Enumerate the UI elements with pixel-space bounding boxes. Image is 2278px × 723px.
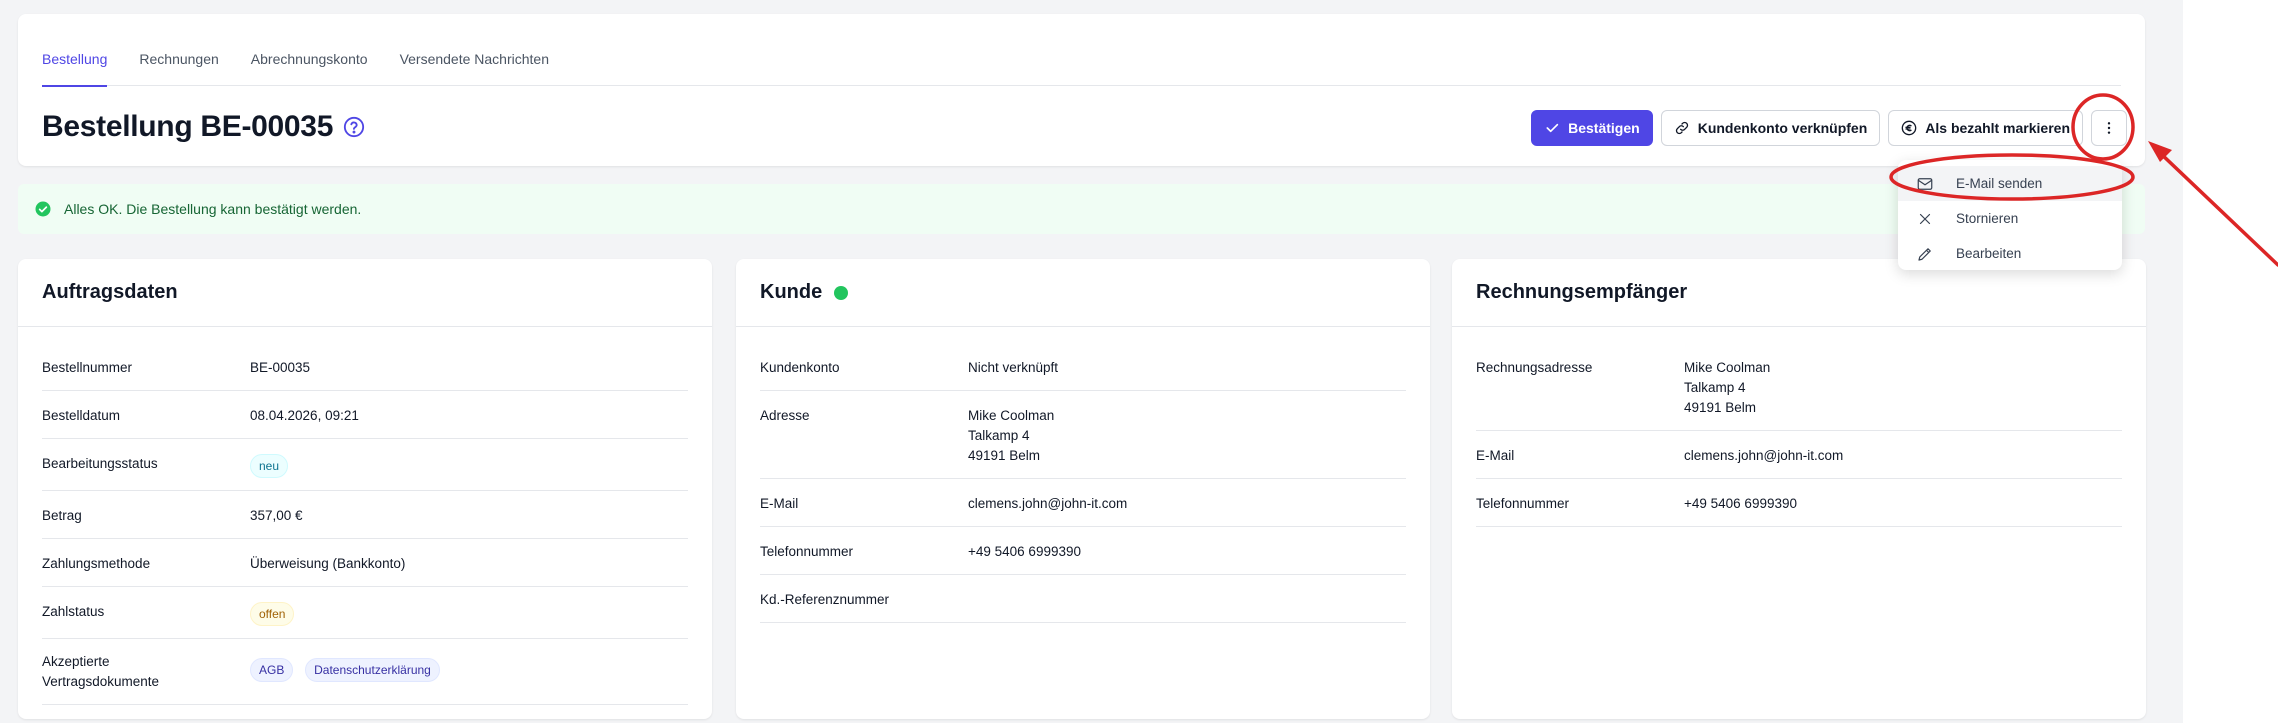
label-line: Akzeptierte <box>42 654 110 669</box>
mark-paid-button[interactable]: Als bezahlt markieren <box>1888 110 2083 146</box>
detail-row: Zahlungsmethode Überweisung (Bankkonto) <box>42 539 688 587</box>
x-icon <box>1919 213 1931 224</box>
payment-status-badge: offen <box>250 602 295 626</box>
menu-item-edit[interactable]: Bearbeiten <box>1898 236 2122 271</box>
detail-row: Bestellnummer BE-00035 <box>42 343 688 391</box>
euro-icon <box>1901 120 1917 136</box>
page-title: Bestellung BE-00035 <box>42 110 334 143</box>
invoice-recipient-title: Rechnungsempfänger <box>1476 281 1688 303</box>
row-label: Zahlstatus <box>42 604 105 619</box>
link-customer-account-label: Kundenkonto verknüpfen <box>1697 120 1868 136</box>
row-value: clemens.john@john-it.com <box>1684 448 1844 463</box>
tab-rechnungen[interactable]: Rechnungen <box>139 14 218 86</box>
menu-item-label: E-Mail senden <box>1956 176 2043 191</box>
address-line: Talkamp 4 <box>968 428 1030 443</box>
row-label: E-Mail <box>1476 448 1515 463</box>
more-actions-button[interactable] <box>2091 110 2127 146</box>
row-label: Bestelldatum <box>42 408 121 423</box>
detail-row: Adresse Mike Coolman Talkamp 4 49191 Bel… <box>760 391 1406 479</box>
detail-row: Zahlstatus offen <box>42 587 688 639</box>
row-label: Akzeptierte Vertragsdokumente <box>42 652 250 692</box>
row-value: Überweisung (Bankkonto) <box>250 556 406 571</box>
detail-row: Kd.-Referenznummer <box>760 575 1406 623</box>
action-bar: Bestätigen Kundenkonto verknüpfen Als be… <box>1531 110 2127 146</box>
address-value: Mike Coolman Talkamp 4 49191 Belm <box>1684 358 1770 418</box>
tab-abrechnungskonto[interactable]: Abrechnungskonto <box>251 14 368 86</box>
menu-item-label: Stornieren <box>1956 211 2019 226</box>
detail-row: Akzeptierte Vertragsdokumente AGB Datens… <box>42 639 688 705</box>
address-line: Talkamp 4 <box>1684 380 1746 395</box>
row-label: Bearbeitungsstatus <box>42 456 158 471</box>
link-icon <box>1675 121 1688 135</box>
menu-item-label: Bearbeiten <box>1956 246 2022 261</box>
customer-status-dot <box>834 285 849 300</box>
address-line: Mike Coolman <box>1684 360 1771 375</box>
row-label: Rechnungsadresse <box>1476 360 1593 375</box>
row-label: Adresse <box>760 408 810 423</box>
order-data-header: Auftragsdaten <box>18 259 712 327</box>
row-value: +49 5406 6999390 <box>968 544 1081 559</box>
tab-bestellung[interactable]: Bestellung <box>42 14 108 87</box>
row-label: Telefonnummer <box>760 544 854 559</box>
row-label: Kundenkonto <box>760 360 840 375</box>
processing-status-badge: neu <box>250 454 289 478</box>
customer-title: Kunde <box>760 281 823 303</box>
question-circle-icon[interactable] <box>343 116 365 138</box>
detail-row: Telefonnummer +49 5406 6999390 <box>1476 479 2122 527</box>
customer-header: Kunde <box>736 259 1430 327</box>
row-label: E-Mail <box>760 496 799 511</box>
row-value: +49 5406 6999390 <box>1684 496 1797 511</box>
pencil-icon <box>1918 247 1931 261</box>
row-label: Zahlungsmethode <box>42 556 151 571</box>
address-line: 49191 Belm <box>1684 400 1757 415</box>
detail-row: Betrag 357,00 € <box>42 491 688 539</box>
invoice-recipient-card: Rechnungsempfänger Rechnungsadresse Mike… <box>1452 259 2146 719</box>
row-label: Bestellnummer <box>42 360 133 375</box>
order-data-card: Auftragsdaten Bestellnummer BE-00035 Bes… <box>18 259 712 719</box>
link-customer-account-button[interactable]: Kundenkonto verknüpfen <box>1660 110 1881 146</box>
success-alert: Alles OK. Die Bestellung kann bestätigt … <box>18 184 2145 234</box>
detail-row: Telefonnummer +49 5406 6999390 <box>760 527 1406 575</box>
mark-paid-label: Als bezahlt markieren <box>1925 120 2070 136</box>
more-actions-menu: E-Mail senden Stornieren Bearbeiten <box>1898 160 2122 270</box>
row-value: BE-00035 <box>250 360 311 375</box>
order-data-title: Auftragsdaten <box>42 281 178 303</box>
detail-row: E-Mail clemens.john@john-it.com <box>1476 431 2122 479</box>
check-icon <box>1546 123 1559 133</box>
vertical-dots-icon <box>2107 122 2111 134</box>
menu-item-send-email[interactable]: E-Mail senden <box>1898 166 2122 201</box>
confirm-button-label: Bestätigen <box>1568 120 1640 136</box>
menu-item-cancel[interactable]: Stornieren <box>1898 201 2122 236</box>
check-circle-icon <box>35 201 51 217</box>
row-label: Betrag <box>42 508 82 523</box>
address-value: Mike Coolman Talkamp 4 49191 Belm <box>968 406 1054 466</box>
document-badge-privacy[interactable]: Datenschutzerklärung <box>305 658 440 682</box>
address-line: 49191 Belm <box>968 448 1041 463</box>
label-line: Vertragsdokumente <box>42 674 160 689</box>
row-value: Nicht verknüpft <box>968 360 1059 375</box>
detail-row: Kundenkonto Nicht verknüpft <box>760 343 1406 391</box>
alert-text: Alles OK. Die Bestellung kann bestätigt … <box>64 201 362 217</box>
mail-icon <box>1917 177 1933 190</box>
row-label: Kd.-Referenznummer <box>760 592 890 607</box>
row-value: 08.04.2026, 09:21 <box>250 408 359 423</box>
row-value: 357,00 € <box>250 508 303 523</box>
address-line: Mike Coolman <box>968 408 1055 423</box>
detail-row: Bearbeitungsstatus neu <box>42 439 688 491</box>
confirm-button[interactable]: Bestätigen <box>1531 110 1653 146</box>
detail-row: E-Mail clemens.john@john-it.com <box>760 479 1406 527</box>
detail-row: Rechnungsadresse Mike Coolman Talkamp 4 … <box>1476 343 2122 431</box>
title-row: Bestellung BE-00035 <box>42 110 365 144</box>
tab-bar: Bestellung Rechnungen Abrechnungskonto V… <box>42 14 2121 87</box>
order-header: Bestellung Rechnungen Abrechnungskonto V… <box>18 14 2145 166</box>
row-label: Telefonnummer <box>1476 496 1570 511</box>
document-badge-agb[interactable]: AGB <box>250 658 294 682</box>
detail-row: Bestelldatum 08.04.2026, 09:21 <box>42 391 688 439</box>
row-value: clemens.john@john-it.com <box>968 496 1128 511</box>
customer-card: Kunde Kundenkonto Nicht verknüpft Adress… <box>736 259 1430 719</box>
tab-versendete-nachrichten[interactable]: Versendete Nachrichten <box>400 14 549 86</box>
